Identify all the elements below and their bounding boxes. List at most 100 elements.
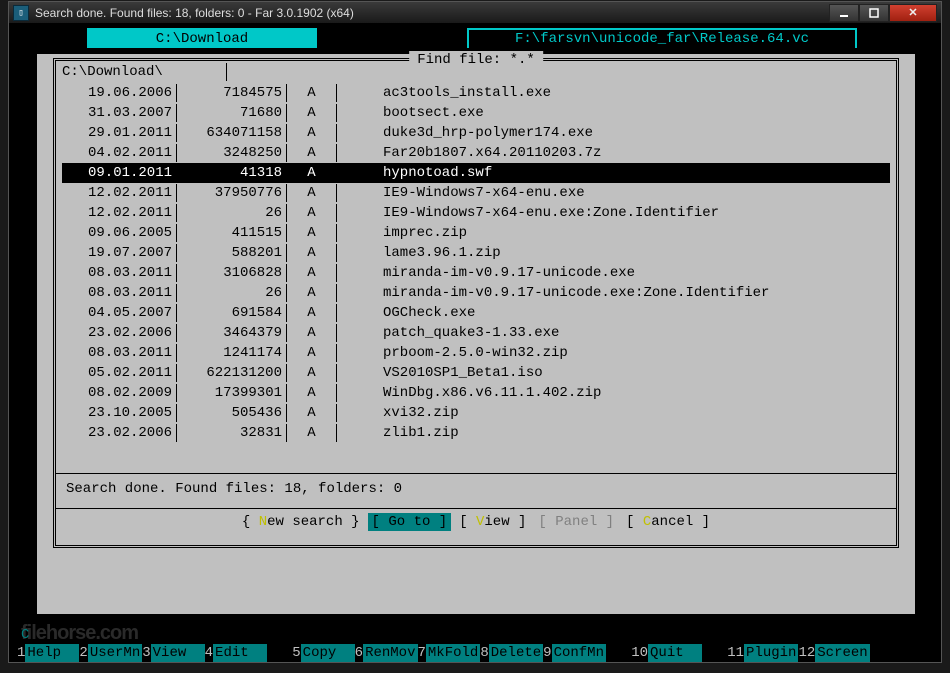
result-row[interactable]: 12.02.201126AIE9-Windows7-x64-enu.exe:Zo… bbox=[62, 203, 890, 223]
fkey-5[interactable]: 5Copy bbox=[267, 644, 355, 662]
result-row[interactable]: 23.02.200632831Azlib1.zip bbox=[62, 423, 890, 443]
file-size: 26 bbox=[177, 284, 287, 302]
result-row[interactable]: 19.06.20067184575Aac3tools_install.exe bbox=[62, 83, 890, 103]
dialog-title: Find file: *.* bbox=[409, 51, 543, 69]
file-date: 08.03.2011 bbox=[62, 344, 177, 362]
result-row[interactable]: 19.07.2007588201Alame3.96.1.zip bbox=[62, 243, 890, 263]
file-date: 29.01.2011 bbox=[62, 124, 177, 142]
file-name: miranda-im-v0.9.17-unicode.exe bbox=[377, 264, 890, 282]
result-row[interactable]: 04.02.20113248250AFar20b1807.x64.2011020… bbox=[62, 143, 890, 163]
close-button[interactable]: ✕ bbox=[889, 4, 937, 22]
fkey-10[interactable]: 10Quit bbox=[606, 644, 702, 662]
view-button[interactable]: [ View ] bbox=[455, 513, 530, 531]
result-row[interactable]: 31.03.200771680Abootsect.exe bbox=[62, 103, 890, 123]
maximize-icon bbox=[869, 8, 879, 18]
status-text: Search done. Found files: 18, folders: 0 bbox=[56, 474, 896, 508]
file-name: imprec.zip bbox=[377, 224, 890, 242]
result-row[interactable]: 08.03.201126Amiranda-im-v0.9.17-unicode.… bbox=[62, 283, 890, 303]
file-attr: A bbox=[287, 284, 337, 302]
file-date: 23.02.2006 bbox=[62, 324, 177, 342]
file-name: VS2010SP1_Beta1.iso bbox=[377, 364, 890, 382]
file-name: IE9-Windows7-x64-enu.exe bbox=[377, 184, 890, 202]
window-controls: ✕ bbox=[829, 4, 937, 22]
file-size: 505436 bbox=[177, 404, 287, 422]
file-attr: A bbox=[287, 384, 337, 402]
panel-button[interactable]: [ Panel ] bbox=[534, 513, 618, 531]
result-row[interactable]: 23.10.2005505436Axvi32.zip bbox=[62, 403, 890, 423]
results-list[interactable]: 19.06.20067184575Aac3tools_install.exe31… bbox=[56, 83, 896, 473]
result-row[interactable]: 04.05.2007691584AOGCheck.exe bbox=[62, 303, 890, 323]
file-date: 31.03.2007 bbox=[62, 104, 177, 122]
minimize-button[interactable] bbox=[829, 4, 859, 22]
result-row[interactable]: 05.02.2011622131200A VS2010SP1_Beta1.iso bbox=[62, 363, 890, 383]
file-date: 19.07.2007 bbox=[62, 244, 177, 262]
file-size: 3464379 bbox=[177, 324, 287, 342]
result-row[interactable]: 09.01.201141318Ahypnotoad.swf bbox=[62, 163, 890, 183]
right-panel-tab[interactable]: F:\farsvn\unicode_far\Release.64.vc bbox=[467, 28, 857, 48]
result-row[interactable]: 08.03.20111241174Aprboom-2.5.0-win32.zip bbox=[62, 343, 890, 363]
result-row[interactable]: 08.03.20113106828Amiranda-im-v0.9.17-uni… bbox=[62, 263, 890, 283]
search-path: C:\Download\ bbox=[62, 63, 227, 81]
dialog-buttons: { New search } [ Go to ] [ View ] [ Pane… bbox=[56, 509, 896, 531]
file-name: ac3tools_install.exe bbox=[377, 84, 890, 102]
minimize-icon bbox=[839, 8, 849, 18]
file-attr: A bbox=[287, 104, 337, 122]
app-icon: ▯ bbox=[13, 5, 29, 21]
file-name: WinDbg.x86.v6.11.1.402.zip bbox=[377, 384, 890, 402]
cancel-button[interactable]: [ Cancel ] bbox=[622, 513, 714, 531]
file-date: 04.02.2011 bbox=[62, 144, 177, 162]
file-name: patch_quake3-1.33.exe bbox=[377, 324, 890, 342]
file-date: 09.06.2005 bbox=[62, 224, 177, 242]
file-name: zlib1.zip bbox=[377, 424, 890, 442]
file-date: 04.05.2007 bbox=[62, 304, 177, 322]
file-attr: A bbox=[287, 224, 337, 242]
fkey-12[interactable]: 12Screen bbox=[798, 644, 869, 662]
file-size: 691584 bbox=[177, 304, 287, 322]
fkey-4[interactable]: 4Edit bbox=[205, 644, 267, 662]
result-row[interactable]: 12.02.201137950776AIE9-Windows7-x64-enu.… bbox=[62, 183, 890, 203]
new-search-button[interactable]: { New search } bbox=[238, 513, 364, 531]
fkey-11[interactable]: 11Plugin bbox=[702, 644, 798, 662]
maximize-button[interactable] bbox=[859, 4, 889, 22]
file-name: IE9-Windows7-x64-enu.exe:Zone.Identifier bbox=[377, 204, 890, 222]
file-size: 3106828 bbox=[177, 264, 287, 282]
file-date: 05.02.2011 bbox=[62, 364, 177, 382]
file-size: 3248250 bbox=[177, 144, 287, 162]
file-size: 588201 bbox=[177, 244, 287, 262]
file-attr: A bbox=[287, 244, 337, 262]
watermark: filehorse.com bbox=[21, 624, 138, 642]
fkey-3[interactable]: 3View bbox=[142, 644, 204, 662]
result-row[interactable]: 23.02.20063464379Apatch_quake3-1.33.exe bbox=[62, 323, 890, 343]
result-row[interactable]: 29.01.2011634071158Aduke3d_hrp-polymer17… bbox=[62, 123, 890, 143]
file-attr: A bbox=[287, 364, 337, 382]
titlebar[interactable]: ▯ Search done. Found files: 18, folders:… bbox=[9, 2, 941, 24]
panel-tabs: C:\Download F:\farsvn\unicode_far\Releas… bbox=[17, 28, 933, 48]
fkey-7[interactable]: 7MkFold bbox=[418, 644, 481, 662]
fkey-9[interactable]: 9ConfMn bbox=[543, 644, 606, 662]
file-name: Far20b1807.x64.20110203.7z bbox=[377, 144, 890, 162]
fkey-2[interactable]: 2UserMn bbox=[79, 644, 142, 662]
command-prompt[interactable]: C bbox=[21, 626, 29, 644]
file-date: 19.06.2006 bbox=[62, 84, 177, 102]
file-name: OGCheck.exe bbox=[377, 304, 890, 322]
file-size: 634071158 bbox=[177, 124, 287, 142]
file-name: lame3.96.1.zip bbox=[377, 244, 890, 262]
file-attr: A bbox=[287, 264, 337, 282]
left-panel-tab[interactable]: C:\Download bbox=[87, 28, 317, 48]
close-icon: ✕ bbox=[908, 6, 917, 19]
file-attr: A bbox=[287, 404, 337, 422]
file-size: 622131200 bbox=[177, 364, 287, 382]
file-size: 32831 bbox=[177, 424, 287, 442]
result-row[interactable]: 09.06.2005411515Aimprec.zip bbox=[62, 223, 890, 243]
file-date: 23.10.2005 bbox=[62, 404, 177, 422]
fkey-6[interactable]: 6RenMov bbox=[355, 644, 418, 662]
result-row[interactable]: 08.02.200917399301AWinDbg.x86.v6.11.1.40… bbox=[62, 383, 890, 403]
function-key-bar: 1Help 2UserMn3View 4Edit 5Copy 6RenMov7M… bbox=[17, 644, 933, 662]
file-attr: A bbox=[287, 424, 337, 442]
file-date: 08.03.2011 bbox=[62, 264, 177, 282]
fkey-1[interactable]: 1Help bbox=[17, 644, 79, 662]
file-attr: A bbox=[287, 184, 337, 202]
fkey-8[interactable]: 8Delete bbox=[480, 644, 543, 662]
app-window: ▯ Search done. Found files: 18, folders:… bbox=[8, 1, 942, 663]
goto-button[interactable]: [ Go to ] bbox=[368, 513, 452, 531]
